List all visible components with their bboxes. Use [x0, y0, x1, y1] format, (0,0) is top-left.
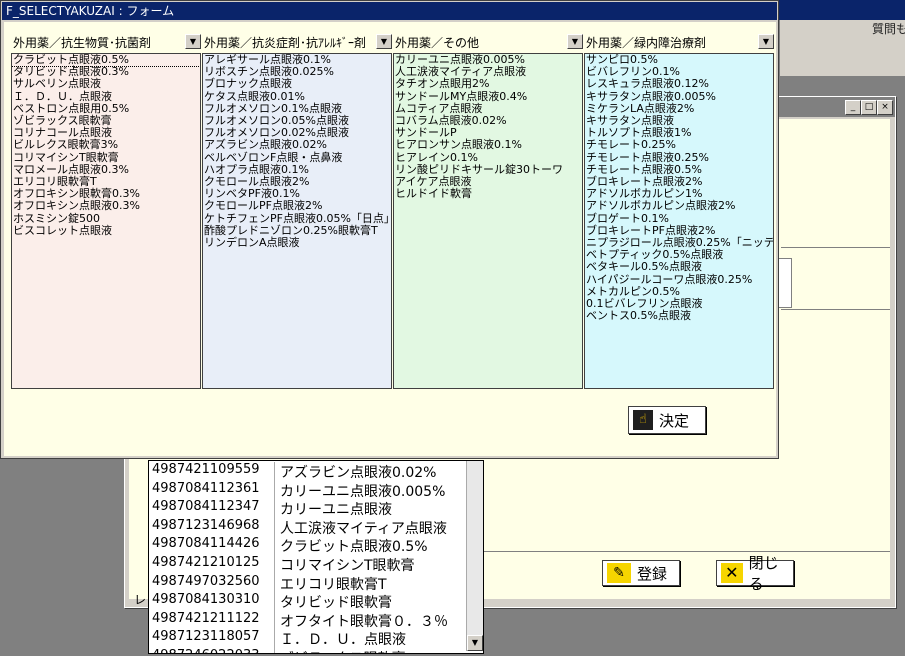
close-label: 閉じる: [748, 554, 779, 593]
divider: [781, 309, 890, 310]
jan-code-cell: 4987421211122: [149, 610, 275, 630]
partial-label: レ: [134, 593, 147, 607]
category-select-3[interactable]: 外用薬／その他: [395, 34, 479, 50]
drug-name-cell: カリーユニ点眼液: [280, 502, 392, 519]
decide-button[interactable]: ☝ 決定: [628, 406, 706, 434]
minimize-button[interactable]: _: [845, 100, 861, 115]
drug-list-item[interactable]: ヒアロンサン点眼液0.1%: [394, 139, 582, 151]
jan-code-cell: 4987084130310: [149, 592, 275, 612]
drug-list-item[interactable]: チモレート点眼液0.25%: [585, 151, 773, 164]
drug-list-item[interactable]: ブロゲート0.1%: [585, 212, 773, 225]
table-row[interactable]: 4987084112361 カリーユニ点眼液0.005%: [149, 480, 465, 500]
jan-code-cell: 4987084112361: [149, 480, 275, 500]
drug-name-cell: オフタイト眼軟膏０．３％: [280, 613, 448, 630]
close-button[interactable]: ✕ 閉じる: [716, 554, 794, 593]
close-window-button[interactable]: ×: [877, 100, 893, 115]
drug-listbox-1[interactable]: クラビット点眼液0.5% タリビッド点眼液0.3% サルベリン点眼液 Ｉ．Ｄ．Ｕ．点眼…: [11, 53, 201, 389]
close-icon: ✕: [721, 563, 743, 583]
drug-list-item[interactable]: ビルレクス眼軟膏3%: [12, 139, 200, 151]
category-select-4[interactable]: 外用薬／緑内障治療剤: [586, 34, 706, 50]
drug-list-item[interactable]: ベントス0.5%点眼液: [585, 310, 773, 322]
table-row[interactable]: 4987421109559 アズラビン点眼液0.02%: [149, 462, 465, 481]
table-row[interactable]: 4987084112347 カリーユニ点眼液: [149, 499, 465, 519]
jan-code-cell: 4987123118057: [149, 629, 275, 649]
table-row[interactable]: 4987084130310 タリビッド眼軟膏: [149, 592, 465, 612]
drug-list-item[interactable]: クモロールPF点眼液2%: [203, 200, 391, 212]
table-row[interactable]: 4987123118057 Ｉ．Ｄ．Ｕ．点眼液: [149, 629, 465, 649]
drug-listbox-2[interactable]: アレギサール点眼液0.1% リボスチン点眼液0.025% ブロナック点眼液 ケタス点眼…: [202, 53, 392, 389]
drug-list-item[interactable]: アズラビン点眼液0.02%: [203, 139, 391, 151]
drug-name-cell: Ｉ．Ｄ．Ｕ．点眼液: [280, 632, 406, 649]
drug-code-list[interactable]: 4987421109559 アズラビン点眼液0.02% 4987084112361 カ…: [148, 460, 484, 654]
jan-code-cell: 4987497032560: [149, 573, 275, 593]
jan-code-cell: 4987123146968: [149, 517, 275, 537]
list-scrollbar[interactable]: ▼: [466, 461, 483, 651]
hand-pointer-icon: ☝: [633, 410, 653, 430]
jan-code-cell: 4987084112347: [149, 499, 275, 519]
drug-list-item[interactable]: ヒルドイド軟膏: [394, 188, 582, 200]
divider: [479, 551, 890, 552]
drug-name-cell: 人工涙液マイティア点眼液: [280, 520, 447, 537]
drug-list-item[interactable]: ブロナック点眼液: [203, 78, 391, 90]
drug-list-item[interactable]: アドソルボカルピン点眼液2%: [585, 200, 773, 212]
jan-code-cell: 4987084114426: [149, 536, 275, 556]
drug-list-item[interactable]: サンドールMY点眼液0.4%: [394, 90, 582, 103]
table-row[interactable]: 4987084114426 クラビット点眼液0.5%: [149, 536, 465, 556]
drug-listbox-4[interactable]: サンピロ0.5% ビバレフリン0.1% レスキュラ点眼液0.12% キサラタン点眼液0…: [584, 53, 774, 389]
drug-name-cell: アズラビン点眼液0.02%: [280, 465, 437, 481]
drug-list-item[interactable]: ベルベゾロンF点眼・点鼻液: [203, 151, 391, 164]
drug-list-item[interactable]: Ｉ．Ｄ．Ｕ．点眼液: [12, 90, 200, 103]
drug-list-item[interactable]: ホスミシン錠500: [12, 212, 200, 225]
chevron-down-icon[interactable]: ▼: [185, 34, 201, 49]
form-client: 外用薬／抗生物質･抗菌剤 ▼ クラビット点眼液0.5% タリビッド点眼液0.3% サルベ…: [4, 22, 776, 456]
drug-name-cell: コリマイシンT眼軟膏: [280, 558, 415, 574]
table-row[interactable]: 4987421210125 コリマイシンT眼軟膏: [149, 555, 465, 574]
table-row[interactable]: 4987246022033ゾビラックス眼軟膏: [149, 648, 465, 653]
drug-name-cell: クラビット点眼液0.5%: [280, 539, 428, 556]
drug-list-item[interactable]: リンデロンA点眼液: [203, 236, 391, 249]
drug-list-item[interactable]: コリマイシンT眼軟膏: [12, 151, 200, 164]
drug-list-item[interactable]: ケトチフェンPF点眼液0.05%「日点」: [203, 212, 391, 225]
category-select-1[interactable]: 外用薬／抗生物質･抗菌剤: [13, 34, 151, 50]
divider: [781, 247, 890, 248]
drug-name-cell: カリーユニ点眼液0.005%: [280, 483, 446, 500]
register-label: 登録: [637, 564, 668, 583]
table-row[interactable]: 4987123146968 人工涙液マイティア点眼液: [149, 517, 465, 537]
chevron-down-icon[interactable]: ▼: [758, 34, 774, 49]
chevron-down-icon[interactable]: ▼: [567, 34, 583, 49]
drug-list-item[interactable]: レスキュラ点眼液0.12%: [585, 78, 773, 90]
drug-list-item[interactable]: タチオン点眼用2%: [394, 78, 582, 90]
form-title: F_SELECTYAKUZAI : フォーム: [2, 2, 777, 20]
category-select-2[interactable]: 外用薬／抗炎症剤･抗ｱﾚﾙｷﾞｰ剤: [204, 34, 366, 50]
drug-name-cell: タリビッド眼軟膏: [280, 595, 392, 612]
drug-list-item[interactable]: サルベリン点眼液: [12, 78, 200, 90]
select-drug-form: F_SELECTYAKUZAI : フォーム 外用薬／抗生物質･抗菌剤 ▼ クラビッ…: [0, 0, 779, 459]
chevron-down-icon[interactable]: ▼: [376, 34, 392, 49]
scroll-down-arrow-icon[interactable]: ▼: [467, 635, 483, 651]
drug-list-item[interactable]: オフロキシン点眼液0.3%: [12, 200, 200, 212]
drug-name-cell: ゾビラックス眼軟膏: [275, 648, 406, 653]
drug-list-item[interactable]: ヒアレイン0.1%: [394, 151, 582, 164]
jan-code-cell: 4987421109559: [149, 462, 275, 481]
drug-name-cell: エリコリ眼軟膏T: [280, 576, 387, 593]
drug-list-item[interactable]: チモレート0.25%: [585, 139, 773, 151]
jan-code-cell: 4987421210125: [149, 555, 275, 574]
table-row[interactable]: 4987497032560 エリコリ眼軟膏T: [149, 573, 465, 593]
drug-listbox-3[interactable]: カリーユニ点眼液0.005% 人工涙液マイティア点眼液 タチオン点眼用2% サンドール…: [393, 53, 583, 389]
jan-code-cell: 4987246022033: [149, 648, 275, 653]
drug-list-item[interactable]: ビスコレット点眼液: [12, 224, 200, 237]
drug-list-item[interactable]: ケタス点眼液0.01%: [203, 90, 391, 103]
drug-list-item[interactable]: ベタキール0.5%点眼液: [585, 261, 773, 273]
maximize-button[interactable]: □: [861, 100, 877, 115]
drug-list-item[interactable]: キサラタン点眼液0.005%: [585, 90, 773, 103]
pencil-icon: ✎: [607, 563, 631, 583]
decide-label: 決定: [659, 411, 690, 430]
parent-menu-text[interactable]: 質問も: [872, 20, 905, 37]
register-button[interactable]: ✎ 登録: [602, 560, 680, 586]
table-row[interactable]: 4987421211122 オフタイト眼軟膏０．３％: [149, 610, 465, 630]
